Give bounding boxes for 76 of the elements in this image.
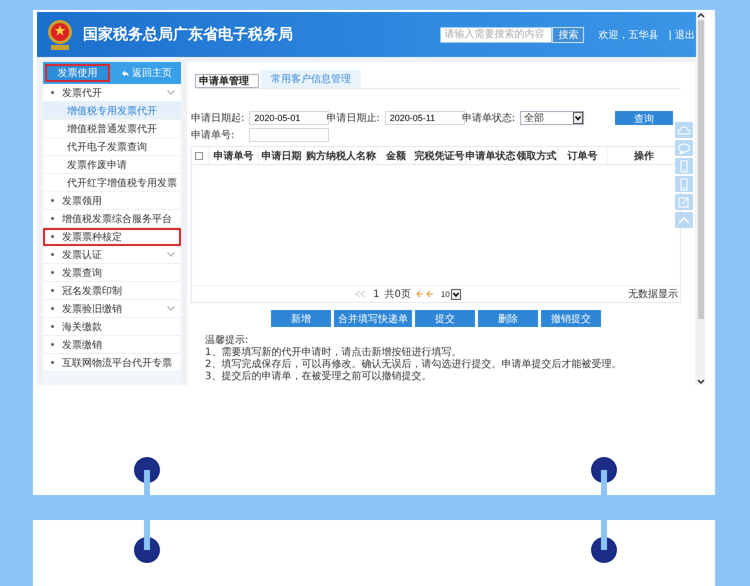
status-dropdown[interactable]: 全部: [520, 111, 584, 125]
bullet-icon: [51, 307, 54, 310]
bullet-icon: [51, 343, 54, 346]
action-button[interactable]: 提交: [415, 310, 475, 327]
emblem-icon: [45, 18, 75, 52]
action-button[interactable]: 删除: [478, 310, 538, 327]
toolbar-button[interactable]: [675, 176, 693, 192]
page-number: 1: [373, 288, 380, 300]
field-label: 申请单号:: [191, 128, 236, 142]
scrollbar[interactable]: [696, 12, 705, 385]
action-button[interactable]: 撤销提交: [541, 310, 601, 327]
tab[interactable]: 申请单管理: [195, 74, 259, 88]
submenu-item[interactable]: 增值税专用发票代开: [43, 102, 181, 120]
select-all-checkbox[interactable]: [195, 152, 203, 160]
action-button[interactable]: 合并填写快递单: [334, 310, 412, 327]
bullet-icon: [51, 325, 54, 328]
menu-item[interactable]: 海关缴款: [43, 318, 181, 336]
column-header: 申请单状态: [464, 147, 516, 164]
back-arrow-icon: [121, 70, 129, 76]
edit-icon: [677, 196, 691, 208]
menu-item[interactable]: 发票查询: [43, 264, 181, 282]
menu-item[interactable]: 发票领用: [43, 192, 181, 210]
bullet-icon: [51, 361, 54, 364]
scroll-up-icon[interactable]: [696, 12, 704, 18]
chevron-down-icon: [167, 252, 175, 257]
search-field[interactable]: 请输入需要搜索的内容: [440, 26, 552, 42]
menu-item[interactable]: 互联网物流平台代开专票: [43, 354, 181, 372]
site-title: 国家税务总局广东省电子税务局: [83, 25, 294, 44]
submenu-item[interactable]: 发票作废申请: [43, 156, 181, 174]
order-number-field[interactable]: [249, 128, 330, 142]
column-header: 订单号: [556, 147, 607, 164]
bullet-icon: [51, 91, 54, 94]
notes-title: 温馨提示:: [205, 335, 250, 346]
welcome-text: 欢迎，五华县: [598, 28, 658, 42]
page-total: 共0页: [384, 288, 411, 301]
menu-item[interactable]: 发票票种核定: [43, 228, 181, 246]
toolbar-button[interactable]: [675, 158, 693, 174]
scroll-down-icon[interactable]: [696, 379, 704, 385]
column-header: 完税凭证号: [414, 147, 465, 164]
bullet-icon: [51, 199, 54, 202]
bullet-icon: [51, 271, 54, 274]
menu-item[interactable]: 增值税发票综合服务平台: [43, 210, 181, 228]
submenu-item[interactable]: 增值税普通发票代开: [43, 120, 181, 138]
toolbar-button[interactable]: [675, 194, 693, 210]
cloud-icon: [677, 124, 691, 136]
toolbar-button[interactable]: [675, 212, 693, 228]
chat-icon: [677, 142, 691, 154]
field-label: 申请日期起:: [191, 112, 244, 125]
menu-item[interactable]: 发票认证: [43, 246, 181, 264]
page-size-dropdown[interactable]: 10: [440, 288, 461, 300]
column-header: 领取方式: [516, 147, 557, 164]
next-page-icon[interactable]: [416, 290, 436, 298]
bullet-icon: [51, 289, 54, 292]
note-line: 2、填写完成保存后，可以再修改。确认无误后，请勾选进行提交。申请单提交后才能被受理。: [205, 359, 622, 370]
menu-item[interactable]: 发票代开: [43, 84, 181, 102]
column-header: 申请单号: [208, 147, 258, 164]
column-header: 申请日期: [258, 147, 304, 164]
menu-item[interactable]: 冠名发票印制: [43, 282, 181, 300]
bullet-icon: [51, 217, 54, 220]
bullet-icon: [51, 235, 54, 238]
empty-message: 无数据显示: [628, 288, 678, 301]
submenu-item[interactable]: 代开电子发票查询: [43, 138, 181, 156]
chevron-down-icon: [167, 90, 175, 95]
chevron-down-icon: [167, 306, 175, 311]
note-line: 3、提交后的申请单，在被受理之前可以撤销提交。: [205, 371, 432, 383]
action-button[interactable]: 新增: [271, 310, 331, 327]
bullet-icon: [51, 253, 54, 256]
column-header: 金额: [377, 147, 414, 164]
query-button[interactable]: 查询: [615, 111, 674, 125]
toolbar-button[interactable]: [675, 122, 693, 138]
menu-item[interactable]: 发票缴销: [43, 336, 181, 354]
menu-item[interactable]: 发票验旧缴销: [43, 300, 181, 318]
column-header: 购方纳税人名称: [304, 147, 377, 164]
submenu-item[interactable]: 代开红字增值税专用发票: [43, 174, 181, 192]
note-line: 1、需要填写新的代开申请时，请点击新增按钮进行填写。: [205, 347, 462, 358]
toolbar-button[interactable]: [675, 140, 693, 156]
